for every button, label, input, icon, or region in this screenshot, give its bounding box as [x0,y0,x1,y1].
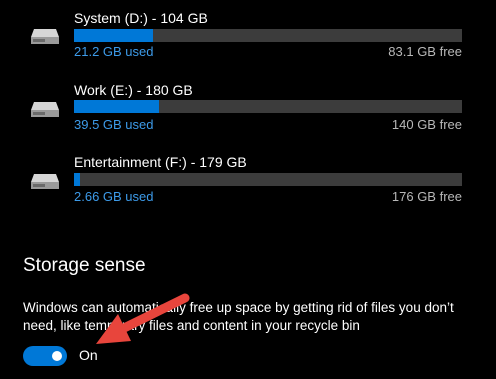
free-space-label: 176 GB free [391,189,462,204]
hard-drive-icon [31,174,59,189]
free-space-label: 83.1 GB free [388,44,462,59]
hard-drive-icon [31,29,59,44]
usage-bar [74,29,462,42]
storage-sense-description: Windows can automatically free up space … [23,300,454,333]
toggle-knob [52,351,62,361]
usage-bar [74,100,462,113]
drive-name: Work (E:) - 180 GB [74,82,193,98]
usage-bar-fill [74,173,80,186]
drive-name: Entertainment (F:) - 179 GB [74,154,247,170]
free-space-label: 140 GB free [391,117,462,132]
used-space-label: 2.66 GB used [74,189,154,204]
usage-bar-fill [74,29,154,42]
used-space-label: 39.5 GB used [74,117,154,132]
toggle-state-label: On [79,347,98,363]
hard-drive-icon [31,102,59,117]
used-space-label: 21.2 GB used [74,44,154,59]
usage-bar [74,173,462,186]
drive-name: System (D:) - 104 GB [74,10,208,26]
storage-sense-toggle[interactable] [23,346,67,366]
usage-bar-fill [74,100,159,113]
storage-sense-heading: Storage sense [23,255,146,276]
